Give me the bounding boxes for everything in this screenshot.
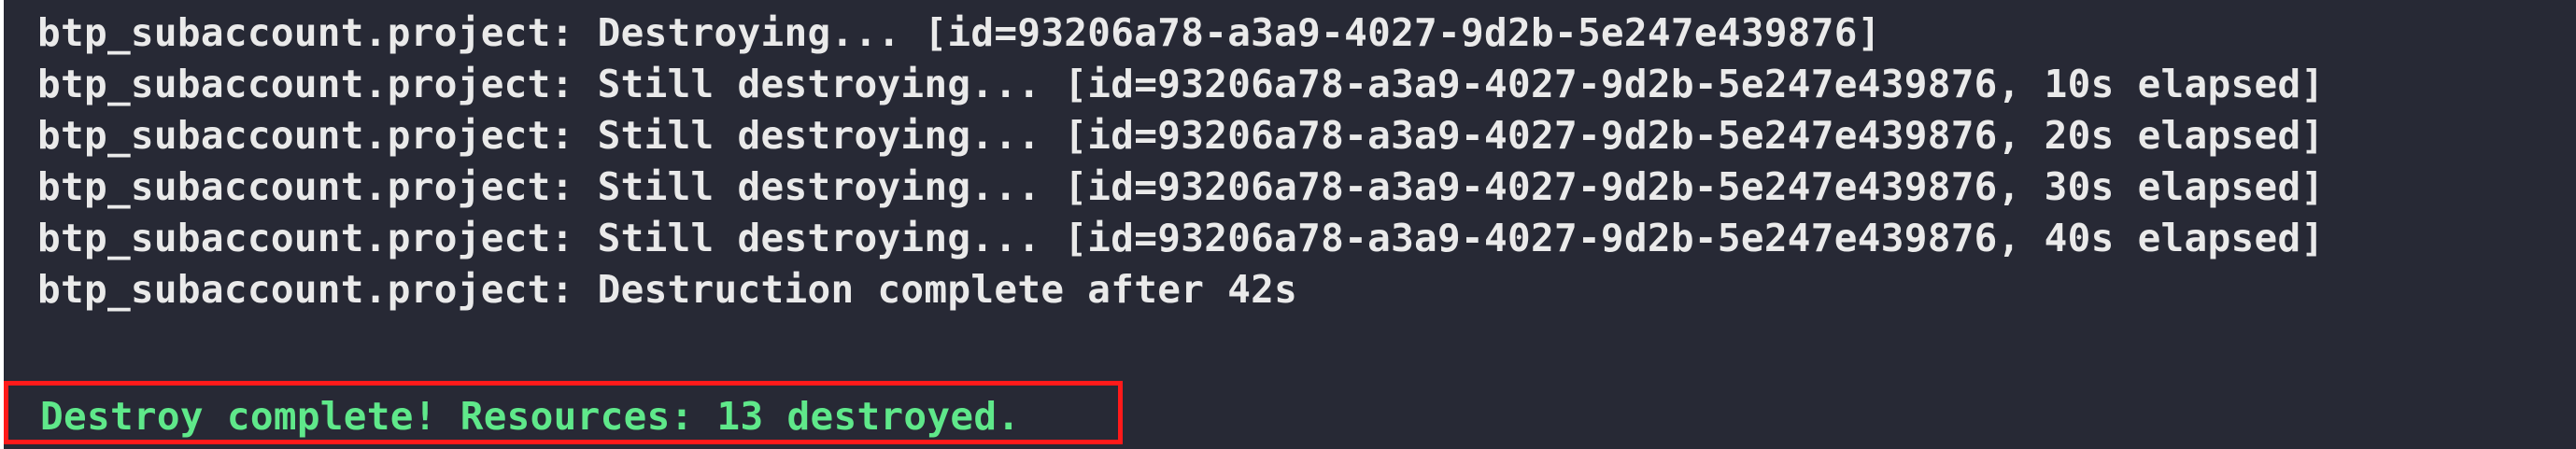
terminal-line: btp_subaccount.project: Still destroying… <box>37 113 2325 158</box>
terminal-line: btp_subaccount.project: Still destroying… <box>37 216 2325 260</box>
terminal-output: btp_subaccount.project: Destroying... [i… <box>37 7 2324 316</box>
terminal-line: btp_subaccount.project: Still destroying… <box>37 62 2325 106</box>
result-highlight-box: Destroy complete! Resources: 13 destroye… <box>4 381 1123 444</box>
destroy-result-message: Destroy complete! Resources: 13 destroye… <box>40 394 1021 439</box>
terminal-line: btp_subaccount.project: Destruction comp… <box>37 267 1298 312</box>
terminal-line: btp_subaccount.project: Still destroying… <box>37 164 2325 209</box>
terminal-line: btp_subaccount.project: Destroying... [i… <box>37 10 1881 55</box>
